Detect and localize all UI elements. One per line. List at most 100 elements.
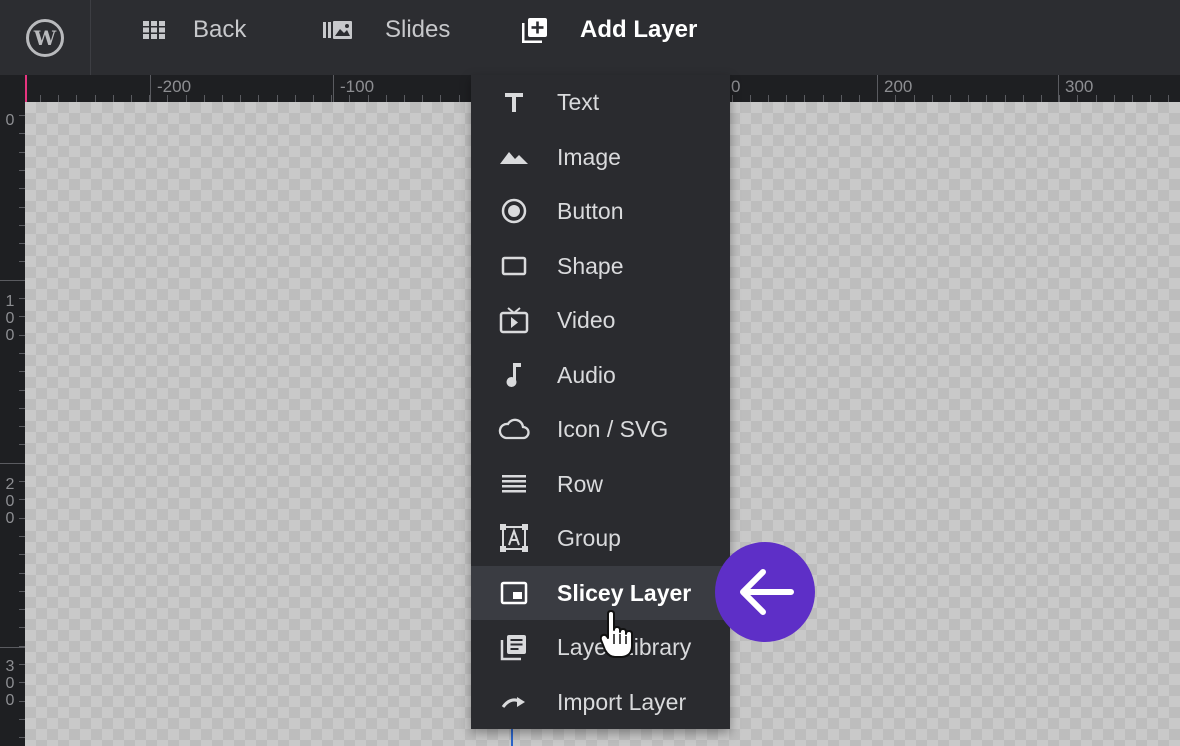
ruler-minor-tick [750, 95, 751, 102]
back-label: Back [193, 16, 247, 43]
hand-pointer-cursor-icon [599, 610, 636, 665]
menu-item-label: Shape [557, 252, 624, 279]
top-toolbar: W Back Slides Add Layer [0, 0, 1180, 75]
ruler-minor-tick [204, 95, 205, 102]
ruler-minor-tick [386, 95, 387, 102]
menu-item-label: Row [557, 470, 604, 497]
ruler-label: 200 [884, 77, 913, 96]
menu-item-button[interactable]: Button [471, 184, 730, 238]
menu-item-text[interactable]: Text [471, 75, 730, 129]
back-button[interactable]: Back [143, 0, 246, 60]
ruler-label: -200 [157, 77, 192, 96]
ruler-minor-tick [277, 95, 278, 102]
ruler-minor-tick [1023, 95, 1024, 102]
slides-button[interactable]: Slides [323, 0, 450, 60]
ruler-minor-tick [349, 95, 350, 102]
ruler-minor-tick [368, 95, 369, 102]
ruler-minor-tick [295, 95, 296, 102]
ruler-label: -100 [340, 77, 375, 96]
menu-item-label: Video [557, 306, 616, 333]
shape-icon [471, 239, 557, 293]
ruler-minor-tick [313, 95, 314, 102]
ruler-minor-tick [804, 95, 805, 102]
ruler-minor-tick [40, 95, 41, 102]
ruler-minor-tick [459, 95, 460, 102]
add-layer-button[interactable]: Add Layer [522, 0, 697, 60]
ruler-minor-tick [1132, 95, 1133, 102]
menu-item-label: Button [557, 197, 624, 224]
ruler-minor-tick [149, 95, 150, 102]
menu-item-row[interactable]: Row [471, 457, 730, 511]
add-layer-label: Add Layer [580, 16, 698, 43]
vertical-ruler[interactable]: 0 100 200 300 [0, 102, 25, 746]
ruler-minor-tick [914, 95, 915, 102]
ruler-minor-tick [950, 95, 951, 102]
menu-item-video[interactable]: Video [471, 293, 730, 347]
import-icon [471, 675, 557, 729]
row-icon [471, 457, 557, 511]
ruler-minor-tick [1114, 95, 1115, 102]
ruler-label: 100 [5, 293, 15, 344]
menu-item-audio[interactable]: Audio [471, 348, 730, 402]
audio-icon [471, 348, 557, 402]
ruler-minor-tick [331, 95, 332, 102]
arrow-left-badge [715, 542, 815, 642]
ruler-minor-tick [823, 95, 824, 102]
ruler-minor-tick [95, 95, 96, 102]
menu-item-image[interactable]: Image [471, 130, 730, 184]
ruler-minor-tick [932, 95, 933, 102]
menu-item-label: Image [557, 143, 621, 170]
ruler-label: 0 [731, 77, 741, 96]
ruler-minor-tick [1005, 95, 1006, 102]
menu-item-group[interactable]: Group [471, 511, 730, 565]
wordpress-icon: W [26, 18, 64, 57]
add-layer-icon [522, 17, 548, 43]
ruler-label: 0 [5, 112, 15, 129]
ruler-minor-tick [258, 95, 259, 102]
slicey-icon [471, 566, 557, 620]
ruler-minor-tick [186, 95, 187, 102]
ruler-label: 200 [5, 476, 15, 527]
ruler-minor-tick [1150, 95, 1151, 102]
ruler-minor-tick [1077, 95, 1078, 102]
menu-item-label: Icon / SVG [557, 415, 669, 442]
ruler-origin-marker [25, 75, 27, 102]
menu-item-label: Audio [557, 361, 616, 388]
image-icon [471, 130, 557, 184]
ruler-minor-tick [732, 95, 733, 102]
menu-item-import-layer[interactable]: Import Layer [471, 675, 730, 729]
ruler-minor-tick [841, 95, 842, 102]
ruler-major-tick [333, 75, 334, 102]
menu-item-label: Slicey Layer [557, 579, 692, 606]
ruler-major-tick [150, 75, 151, 102]
menu-item-label: Import Layer [557, 688, 687, 715]
ruler-minor-tick [1096, 95, 1097, 102]
menu-item-label: Text [557, 88, 600, 115]
text-icon [471, 75, 557, 129]
ruler-minor-tick [404, 95, 405, 102]
wordpress-logo-button[interactable]: W [0, 0, 91, 75]
ruler-minor-tick [440, 95, 441, 102]
ruler-minor-tick [1041, 95, 1042, 102]
button-icon [471, 184, 557, 238]
ruler-minor-tick [113, 95, 114, 102]
ruler-minor-tick [167, 95, 168, 102]
arrow-left-icon [740, 569, 794, 615]
group-icon [471, 511, 557, 565]
ruler-minor-tick [76, 95, 77, 102]
menu-item-shape[interactable]: Shape [471, 239, 730, 293]
ruler-label: 300 [1065, 77, 1094, 96]
library-icon [471, 620, 557, 674]
ruler-minor-tick [895, 95, 896, 102]
ruler-minor-tick [859, 95, 860, 102]
grid-icon [143, 21, 165, 39]
ruler-minor-tick [131, 95, 132, 102]
ruler-major-tick [0, 647, 25, 648]
ruler-minor-tick [1059, 95, 1060, 102]
ruler-minor-tick [58, 95, 59, 102]
ruler-minor-tick [240, 95, 241, 102]
ruler-minor-tick [786, 95, 787, 102]
slides-label: Slides [385, 16, 451, 43]
ruler-minor-tick [877, 95, 878, 102]
menu-item-icon-svg[interactable]: Icon / SVG [471, 402, 730, 456]
